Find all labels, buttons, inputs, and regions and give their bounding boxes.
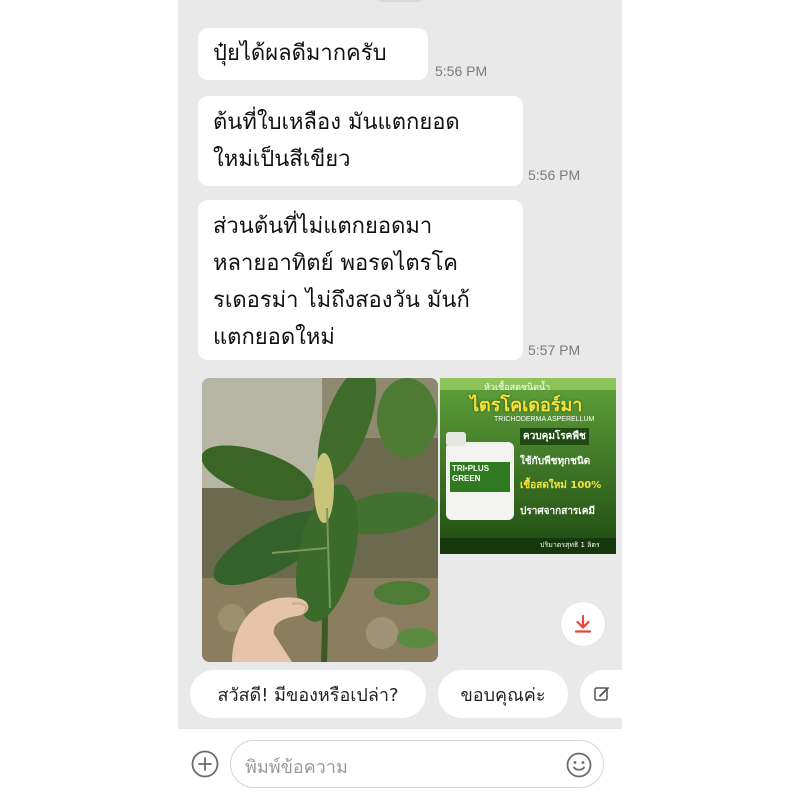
ad-claim: ใช้กับพืชทุกชนิด — [520, 456, 591, 467]
message-line: รเดอรม่า ไม่ถึงสองวัน มันก้ — [213, 288, 470, 313]
image-message: หัวเชื้อสดชนิดน้ำ ไตรโคเดอร์มา TRICHODER… — [202, 378, 616, 662]
message-line: ต้นที่ใบเหลือง มันแตกยอด — [213, 110, 460, 135]
download-icon — [574, 614, 592, 633]
message-bubble[interactable]: ปุ๋ยได้ผลดีมากครับ — [198, 28, 428, 80]
emoji-icon — [566, 752, 592, 778]
message-input-bar: พิมพ์ข้อความ — [178, 728, 622, 800]
ad-claim: ควบคุมโรคพืช — [520, 428, 589, 445]
message-input[interactable]: พิมพ์ข้อความ — [230, 740, 604, 788]
quick-reply-thanks[interactable]: ขอบคุณค่ะ — [438, 670, 568, 718]
ad-claim: เชื้อสดใหม่ 100% — [520, 480, 602, 491]
message-time: 5:56 PM — [435, 63, 488, 79]
edit-icon — [594, 687, 609, 701]
message-text: ปุ๋ยได้ผลดีมากครับ — [213, 41, 387, 66]
ad-subtitle: TRICHODERMA ASPERELLUM — [494, 416, 595, 423]
ad-volume: ปริมาตรสุทธิ 1 ลิตร — [540, 541, 600, 549]
message-line: ใหม่เป็นสีเขียว — [213, 147, 351, 172]
ad-claim: ปราศจากสารเคมี — [520, 506, 595, 517]
ad-title: ไตรโคเดอร์มา — [470, 395, 583, 416]
status-indicator — [378, 0, 422, 2]
message-line: ส่วนต้นที่ไม่แตกยอดมา — [213, 214, 433, 239]
edit-quick-replies-button[interactable] — [580, 670, 622, 718]
message-time: 5:56 PM — [528, 167, 581, 183]
product-ad-image[interactable]: หัวเชื้อสดชนิดน้ำ ไตรโคเดอร์มา TRICHODER… — [440, 378, 616, 554]
message-bubble[interactable]: ต้นที่ใบเหลือง มันแตกยอด ใหม่เป็นสีเขียว — [198, 96, 523, 186]
message-time: 5:57 PM — [528, 342, 581, 358]
quick-reply-label: สวัสดี! มีของหรือเปล่า? — [217, 684, 399, 706]
message-bubble[interactable]: ส่วนต้นที่ไม่แตกยอดมา หลายอาทิตย์ พอรดไต… — [198, 200, 523, 360]
chat-screen: ปุ๋ยได้ผลดีมากครับ 5:56 PM ต้นที่ใบเหลือ… — [178, 0, 622, 800]
plant-photo[interactable] — [202, 378, 438, 662]
quick-reply-greeting[interactable]: สวัสดี! มีของหรือเปล่า? — [190, 670, 426, 718]
ad-bottle-label: TRI•PLUS GREEN — [452, 464, 490, 483]
download-button[interactable] — [561, 602, 605, 646]
message-input-placeholder: พิมพ์ข้อความ — [245, 757, 348, 778]
emoji-button[interactable] — [565, 751, 593, 779]
message-line: แตกยอดใหม่ — [213, 325, 335, 350]
plus-circle-icon — [191, 750, 219, 778]
add-attachment-button[interactable] — [190, 749, 220, 779]
quick-reply-label: ขอบคุณค่ะ — [460, 684, 546, 706]
message-line: หลายอาทิตย์ พอรดไตรโค — [213, 251, 458, 276]
